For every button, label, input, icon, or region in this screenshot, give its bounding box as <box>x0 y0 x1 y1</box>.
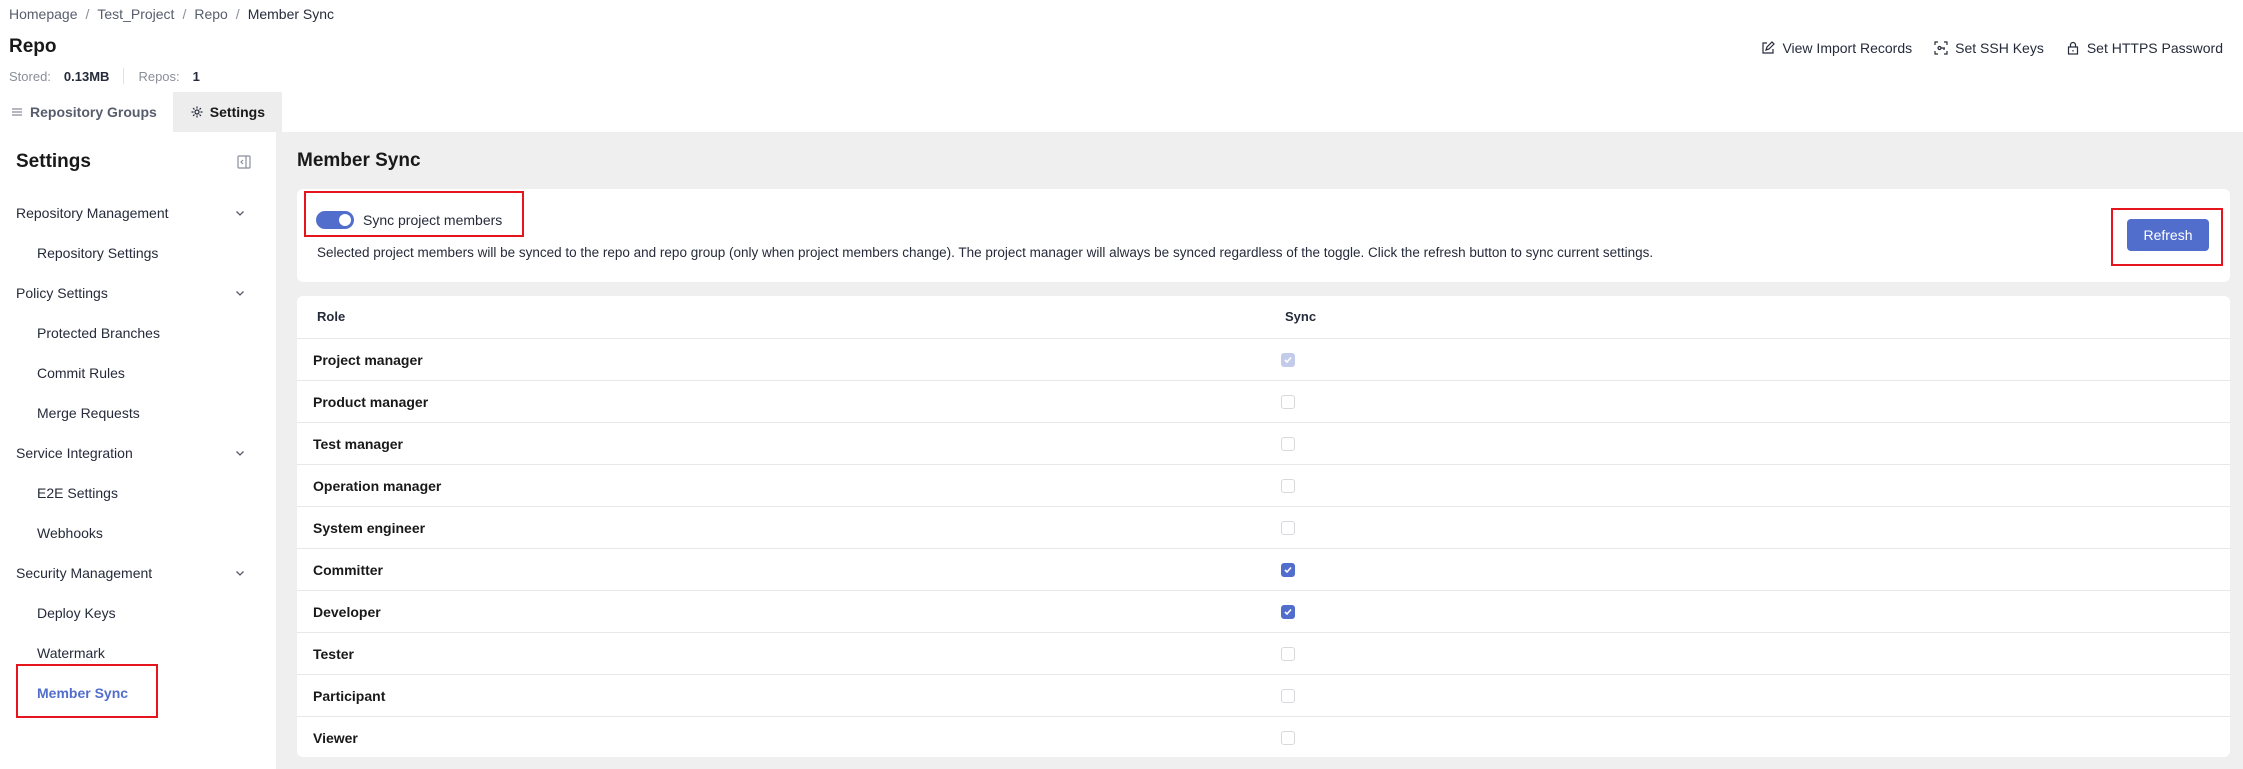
breadcrumb-separator: / <box>85 6 90 22</box>
stored-value: 0.13MB <box>63 68 110 84</box>
set-https-password-label: Set HTTPS Password <box>2086 40 2223 56</box>
role-name: Developer <box>313 604 381 620</box>
sidebar-group-label: Security Management <box>16 565 153 581</box>
sync-checkbox[interactable] <box>1281 395 1295 409</box>
sidebar-group-security-management[interactable]: Security Management <box>16 565 246 581</box>
scan-key-icon <box>1934 41 1948 55</box>
role-name: Participant <box>313 688 386 704</box>
page-title: Repo <box>9 36 57 57</box>
sync-checkbox[interactable] <box>1281 563 1295 577</box>
collapse-sidebar-icon[interactable] <box>236 154 252 170</box>
sidebar-item-e2e-settings[interactable]: E2E Settings <box>37 485 118 501</box>
tab-bar: Repository Groups Settings <box>0 92 283 132</box>
sidebar-group-label: Policy Settings <box>16 285 108 301</box>
table-row: Tester <box>297 632 2230 674</box>
sidebar-item-merge-requests[interactable]: Merge Requests <box>37 405 140 421</box>
table-row: Project manager <box>297 338 2230 380</box>
breadcrumb-homepage[interactable]: Homepage <box>9 6 78 22</box>
column-header-sync: Sync <box>1285 309 1317 324</box>
sidebar-group-service-integration[interactable]: Service Integration <box>16 445 246 461</box>
breadcrumb: Homepage / Test_Project / Repo / Member … <box>9 6 334 22</box>
sidebar-item-commit-rules[interactable]: Commit Rules <box>37 365 125 381</box>
role-name: Product manager <box>313 394 429 410</box>
chevron-down-icon <box>236 291 244 296</box>
table-row: Developer <box>297 590 2230 632</box>
chevron-down-icon <box>236 571 244 576</box>
table-row: Operation manager <box>297 464 2230 506</box>
set-ssh-keys-label: Set SSH Keys <box>1955 40 2044 56</box>
sync-checkbox[interactable] <box>1281 437 1295 451</box>
sidebar-group-label: Service Integration <box>16 445 133 461</box>
role-name: Test manager <box>313 436 403 452</box>
lock-icon <box>2067 41 2078 55</box>
sidebar-group-label: Repository Management <box>16 205 169 221</box>
sidebar-item-deploy-keys[interactable]: Deploy Keys <box>37 605 116 621</box>
sync-checkbox[interactable] <box>1281 479 1295 493</box>
breadcrumb-separator: / <box>182 6 187 22</box>
role-sync-table: Role Sync Project manager Product manager… <box>297 296 2230 757</box>
table-row: Viewer <box>297 716 2230 758</box>
table-row: Test manager <box>297 422 2230 464</box>
gear-icon <box>191 106 203 118</box>
tab-settings[interactable]: Settings <box>172 92 283 132</box>
chevron-down-icon <box>236 211 244 216</box>
stored-label: Stored: <box>9 68 51 84</box>
sync-checkbox[interactable] <box>1281 647 1295 661</box>
table-row: Committer <box>297 548 2230 590</box>
sidebar-item-webhooks[interactable]: Webhooks <box>37 525 103 541</box>
sync-settings-card: Sync project members Selected project me… <box>297 189 2230 282</box>
breadcrumb-project[interactable]: Test_Project <box>97 6 174 22</box>
role-name: Project manager <box>313 352 423 368</box>
view-import-records-label: View Import Records <box>1782 40 1913 56</box>
table-row: Participant <box>297 674 2230 716</box>
role-name: Tester <box>313 646 354 662</box>
breadcrumb-current: Member Sync <box>247 6 335 22</box>
content-title: Member Sync <box>297 150 421 171</box>
table-row: System engineer <box>297 506 2230 548</box>
view-import-records-button[interactable]: View Import Records <box>1761 40 1912 56</box>
sync-checkbox[interactable] <box>1281 731 1295 745</box>
set-ssh-keys-button[interactable]: Set SSH Keys <box>1934 40 2044 56</box>
tab-repository-groups-label: Repository Groups <box>30 104 157 120</box>
sidebar-title: Settings <box>16 151 91 172</box>
edit-record-icon <box>1762 41 1776 54</box>
repos-label: Repos: <box>138 68 180 84</box>
highlight-box-toggle <box>304 191 524 237</box>
sidebar-item-repository-settings[interactable]: Repository Settings <box>37 245 158 261</box>
repos-value: 1 <box>192 68 200 84</box>
sync-checkbox[interactable] <box>1281 689 1295 703</box>
highlight-box-member-sync <box>16 664 158 718</box>
sync-checkbox[interactable] <box>1281 605 1295 619</box>
role-name: Committer <box>313 562 384 578</box>
breadcrumb-separator: / <box>235 6 240 22</box>
sidebar-item-watermark[interactable]: Watermark <box>37 645 105 661</box>
column-header-role: Role <box>317 309 346 324</box>
sidebar-group-repository-management[interactable]: Repository Management <box>16 205 246 221</box>
sync-description: Selected project members will be synced … <box>317 245 1654 260</box>
repo-stats: Stored: 0.13MB Repos: 1 <box>9 68 200 84</box>
sync-checkbox[interactable] <box>1281 521 1295 535</box>
stats-divider <box>123 68 125 84</box>
role-name: System engineer <box>313 520 426 536</box>
set-https-password-button[interactable]: Set HTTPS Password <box>2066 40 2223 56</box>
role-name: Operation manager <box>313 478 442 494</box>
sidebar-group-policy-settings[interactable]: Policy Settings <box>16 285 246 301</box>
table-row: Product manager <box>297 380 2230 422</box>
list-icon <box>12 108 22 116</box>
highlight-box-refresh <box>2111 208 2223 266</box>
breadcrumb-repo[interactable]: Repo <box>194 6 227 22</box>
top-actions: View Import Records Set SSH Keys Set HTT… <box>1761 40 2223 56</box>
sync-checkbox <box>1281 353 1295 367</box>
role-name: Viewer <box>313 730 358 746</box>
chevron-down-icon <box>236 451 244 456</box>
sidebar-item-protected-branches[interactable]: Protected Branches <box>37 325 160 341</box>
tab-repository-groups[interactable]: Repository Groups <box>0 92 173 132</box>
tab-settings-label: Settings <box>209 104 266 120</box>
